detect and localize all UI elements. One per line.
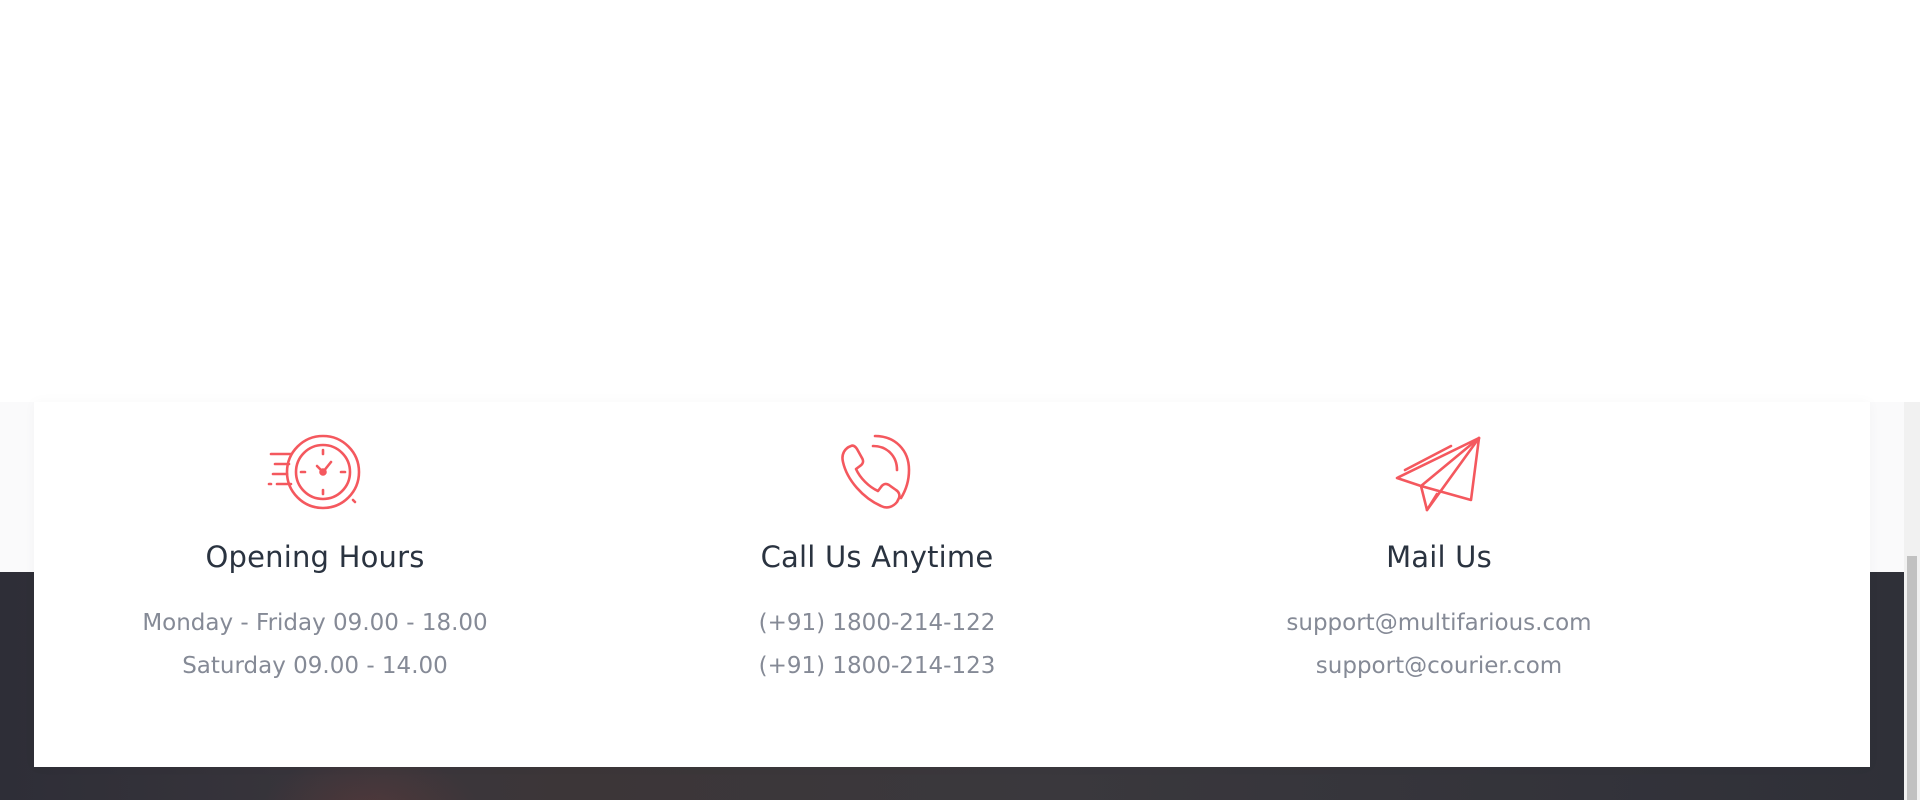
contact-item-call-us: Call Us Anytime (+91) 1800-214-122 (+91)… [596,402,1158,767]
page-scrollbar[interactable] [1904,0,1920,800]
scrollbar-track [1904,0,1920,402]
contact-item-title: Call Us Anytime [760,540,994,574]
contact-item-title: Mail Us [1386,540,1492,574]
email-link[interactable]: support@courier.com [1316,645,1562,688]
contact-info-card: Opening Hours Monday - Friday 09.00 - 18… [34,402,1870,767]
contact-item-line: Saturday 09.00 - 14.00 [182,653,448,679]
contact-item-opening-hours: Opening Hours Monday - Friday 09.00 - 18… [34,402,596,767]
email-link[interactable]: support@multifarious.com [1286,602,1591,645]
blank-content-area [0,0,1904,402]
scrollbar-thumb[interactable] [1907,556,1917,800]
page: Opening Hours Monday - Friday 09.00 - 18… [0,0,1920,800]
contact-item-title: Opening Hours [205,540,425,574]
phone-number-link[interactable]: (+91) 1800-214-123 [759,645,996,688]
contact-item-line: Monday - Friday 09.00 - 18.00 [142,610,488,636]
paper-plane-icon [1391,434,1487,514]
clock-icon [267,434,363,514]
phone-icon [829,434,925,514]
phone-number-link[interactable]: (+91) 1800-214-122 [759,602,996,645]
contact-item-mail-us: Mail Us support@multifarious.com support… [1158,402,1720,767]
